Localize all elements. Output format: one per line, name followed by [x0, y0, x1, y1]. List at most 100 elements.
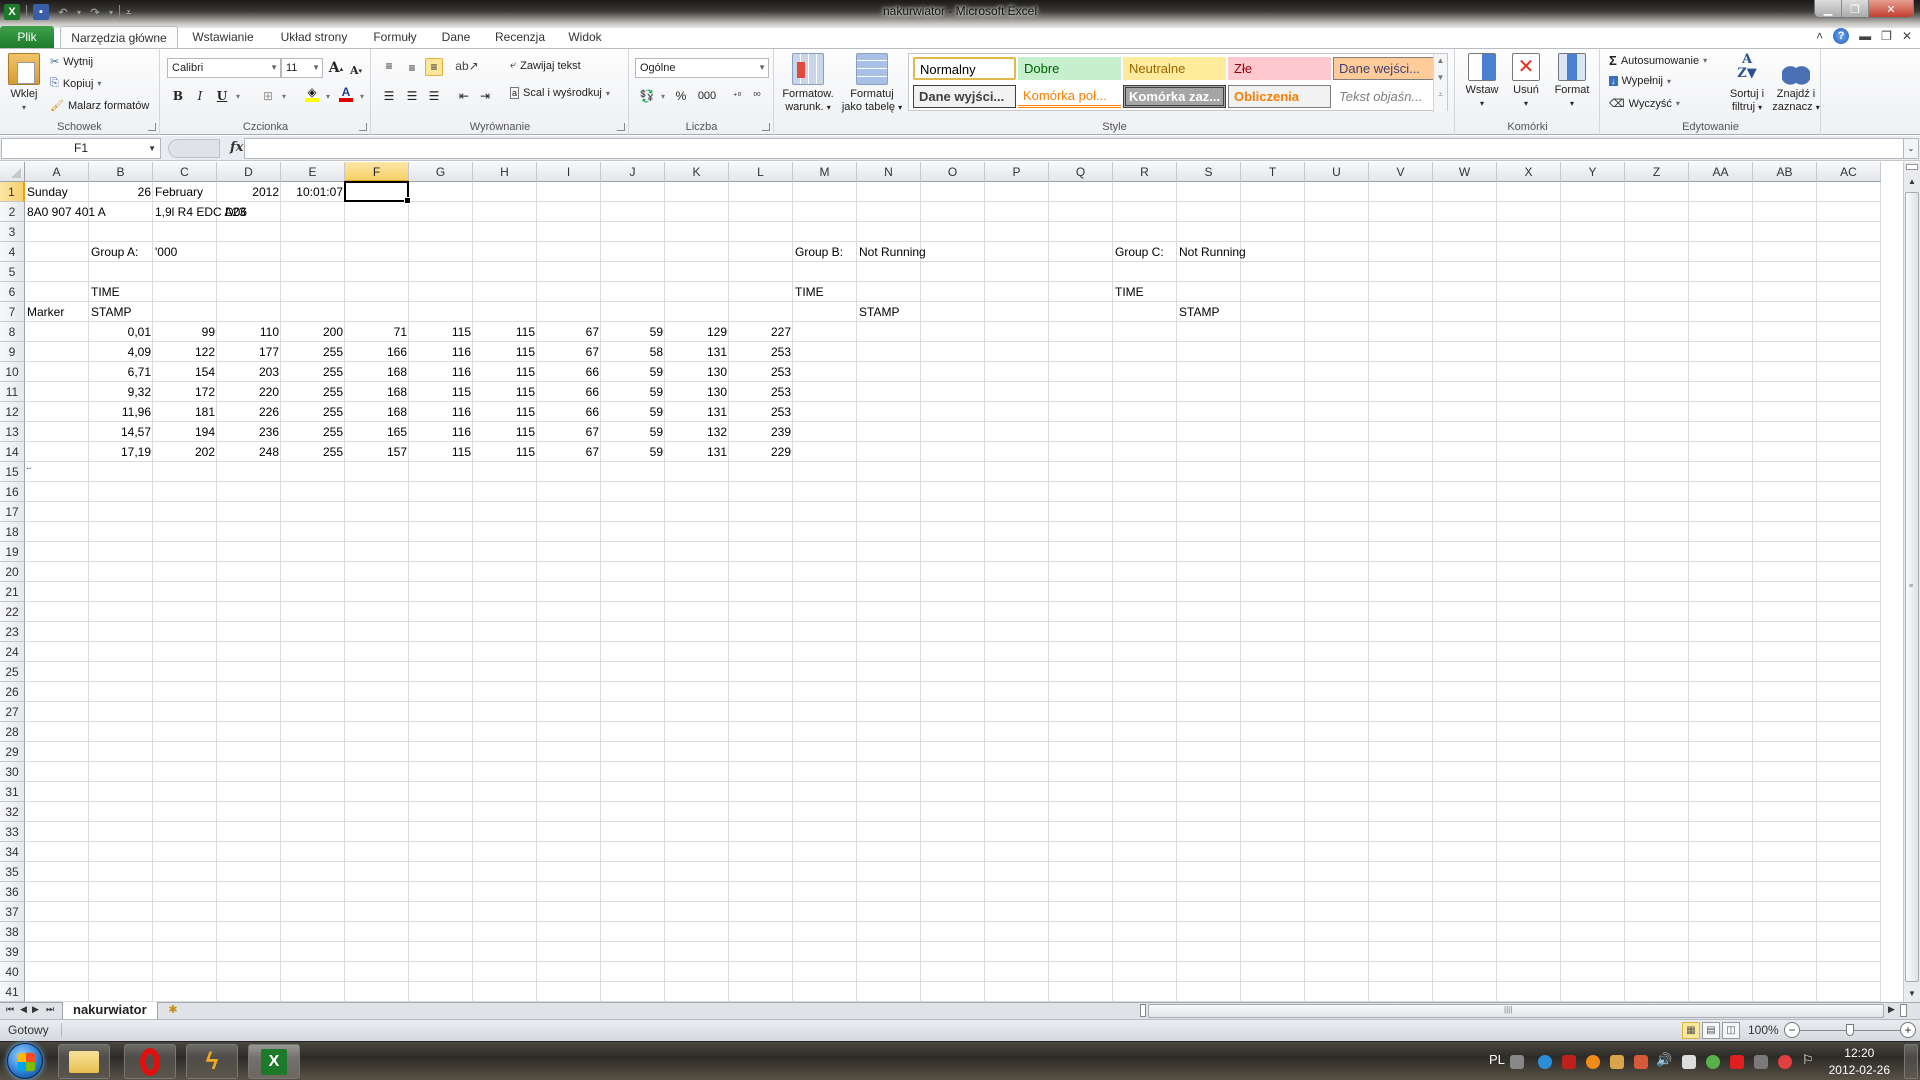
- cell-style-5[interactable]: Dane wejści...: [1333, 57, 1436, 80]
- number-launcher-icon[interactable]: [762, 123, 770, 131]
- network-app-icon[interactable]: [1538, 1055, 1552, 1069]
- vertical-scrollbar[interactable]: ▲ ≡ ▼: [1903, 162, 1920, 1002]
- row-header-14[interactable]: 14: [0, 442, 25, 462]
- cell-I9[interactable]: 67: [537, 342, 601, 362]
- column-header-F[interactable]: F: [345, 162, 409, 182]
- cell-F12[interactable]: 168: [345, 402, 409, 422]
- cell-G13[interactable]: 116: [409, 422, 473, 442]
- cell-C1[interactable]: February: [153, 182, 217, 202]
- cell-S4[interactable]: Not Running: [1177, 242, 1246, 262]
- row-header-27[interactable]: 27: [0, 702, 25, 722]
- column-header-S[interactable]: S: [1177, 162, 1241, 182]
- speaker-muted-icon[interactable]: [1634, 1055, 1648, 1069]
- doc-close-button[interactable]: ✕: [1902, 29, 1912, 43]
- scroll-down-icon[interactable]: ▼: [1904, 986, 1920, 1002]
- delete-cells-button[interactable]: ✕ Usuń ▾: [1506, 53, 1546, 110]
- row-header-5[interactable]: 5: [0, 262, 25, 282]
- cell-A15[interactable]: ¨: [25, 462, 89, 482]
- acrobat-icon[interactable]: [1562, 1055, 1576, 1069]
- split-handle[interactable]: [1906, 164, 1918, 170]
- cell-R4[interactable]: Group C:: [1113, 242, 1177, 262]
- cell-E11[interactable]: 255: [281, 382, 345, 402]
- row-header-13[interactable]: 13: [0, 422, 25, 442]
- cell-C13[interactable]: 194: [153, 422, 217, 442]
- column-header-R[interactable]: R: [1113, 162, 1177, 182]
- decrease-indent-icon[interactable]: ⇤: [455, 87, 473, 105]
- column-header-W[interactable]: W: [1433, 162, 1497, 182]
- find-select-button[interactable]: Znajdź i zaznacz ▾: [1771, 53, 1821, 114]
- currency-dropdown-icon[interactable]: ▾: [654, 87, 672, 105]
- cell-N7[interactable]: STAMP: [857, 302, 921, 322]
- cell-D11[interactable]: 220: [217, 382, 281, 402]
- sheet-tab-nakurwiator[interactable]: nakurwiator: [62, 1002, 158, 1020]
- vertical-scroll-thumb[interactable]: ≡: [1905, 192, 1919, 982]
- row-header-3[interactable]: 3: [0, 222, 25, 242]
- gallery-up-icon[interactable]: ▲: [1434, 56, 1447, 65]
- cell-G8[interactable]: 115: [409, 322, 473, 342]
- cell-G11[interactable]: 115: [409, 382, 473, 402]
- column-header-I[interactable]: I: [537, 162, 601, 182]
- column-header-K[interactable]: K: [665, 162, 729, 182]
- cell-A2[interactable]: 8A0 907 401 A: [25, 202, 106, 222]
- cell-D8[interactable]: 110: [217, 322, 281, 342]
- row-header-11[interactable]: 11: [0, 382, 25, 402]
- volume-icon[interactable]: 🔊: [1656, 1052, 1672, 1068]
- cell-D13[interactable]: 236: [217, 422, 281, 442]
- cell-K9[interactable]: 131: [665, 342, 729, 362]
- cell-F10[interactable]: 168: [345, 362, 409, 382]
- cell-E13[interactable]: 255: [281, 422, 345, 442]
- cell-E10[interactable]: 255: [281, 362, 345, 382]
- column-header-E[interactable]: E: [281, 162, 345, 182]
- merge-center-button[interactable]: a Scal i wyśrodkuj ▾: [510, 87, 610, 99]
- cell-R6[interactable]: TIME: [1113, 282, 1177, 302]
- column-header-U[interactable]: U: [1305, 162, 1369, 182]
- column-header-G[interactable]: G: [409, 162, 473, 182]
- increase-decimal-icon[interactable]: ⁺⁰: [728, 87, 746, 105]
- cell-style-3[interactable]: Neutralne: [1123, 57, 1226, 80]
- column-header-Z[interactable]: Z: [1625, 162, 1689, 182]
- cell-B6[interactable]: TIME: [89, 282, 153, 302]
- percent-button[interactable]: %: [672, 87, 690, 105]
- cell-D12[interactable]: 226: [217, 402, 281, 422]
- row-header-34[interactable]: 34: [0, 842, 25, 862]
- font-color-dropdown-icon[interactable]: ▾: [353, 87, 371, 105]
- cell-G12[interactable]: 116: [409, 402, 473, 422]
- cell-style-4[interactable]: Złe: [1228, 57, 1331, 80]
- minimize-ribbon-icon[interactable]: ˄: [1816, 29, 1823, 43]
- column-header-T[interactable]: T: [1241, 162, 1305, 182]
- cell-style-2[interactable]: Dobre: [1018, 57, 1121, 80]
- start-button[interactable]: [7, 1043, 43, 1079]
- cell-B8[interactable]: 0,01: [89, 322, 153, 342]
- cell-style-8[interactable]: Komórka zaz...: [1123, 85, 1226, 108]
- gallery-more-icon[interactable]: ⩡: [1434, 90, 1447, 100]
- cell-B7[interactable]: STAMP: [89, 302, 153, 322]
- cell-D10[interactable]: 203: [217, 362, 281, 382]
- cell-J13[interactable]: 59: [601, 422, 665, 442]
- app-tray-icon[interactable]: [1778, 1055, 1792, 1069]
- column-header-X[interactable]: X: [1497, 162, 1561, 182]
- cell-C8[interactable]: 99: [153, 322, 217, 342]
- language-indicator[interactable]: PL: [1489, 1052, 1505, 1067]
- help-icon[interactable]: ?: [1833, 28, 1850, 44]
- column-header-Q[interactable]: Q: [1049, 162, 1113, 182]
- align-right-icon[interactable]: ☰: [425, 87, 443, 105]
- clipboard-launcher-icon[interactable]: [148, 123, 156, 131]
- horizontal-scrollbar[interactable]: ||||: [1148, 1004, 1884, 1018]
- cell-I12[interactable]: 66: [537, 402, 601, 422]
- cell-B9[interactable]: 4,09: [89, 342, 153, 362]
- cell-L10[interactable]: 253: [729, 362, 793, 382]
- row-header-38[interactable]: 38: [0, 922, 25, 942]
- clock[interactable]: 12:20 2012-02-26: [1829, 1045, 1890, 1079]
- grow-font-button[interactable]: A ▴: [327, 59, 345, 77]
- cell-style-6[interactable]: Dane wyjści...: [913, 85, 1016, 108]
- insert-cells-button[interactable]: Wstaw ▾: [1462, 53, 1502, 110]
- cell-H12[interactable]: 115: [473, 402, 537, 422]
- worksheet-grid[interactable]: A B C D E F G H I J K L M N O P Q R S T U V W X Y Z AA AB AC 1234567…: [0, 162, 1903, 1002]
- hscroll-split-handle[interactable]: [1900, 1004, 1907, 1017]
- next-sheet-icon[interactable]: ▶: [32, 1004, 39, 1015]
- cell-K11[interactable]: 130: [665, 382, 729, 402]
- column-header-Y[interactable]: Y: [1561, 162, 1625, 182]
- maximize-button[interactable]: ❐: [1842, 0, 1869, 17]
- font-launcher-icon[interactable]: [359, 123, 367, 131]
- active-cell-selection[interactable]: [344, 181, 411, 204]
